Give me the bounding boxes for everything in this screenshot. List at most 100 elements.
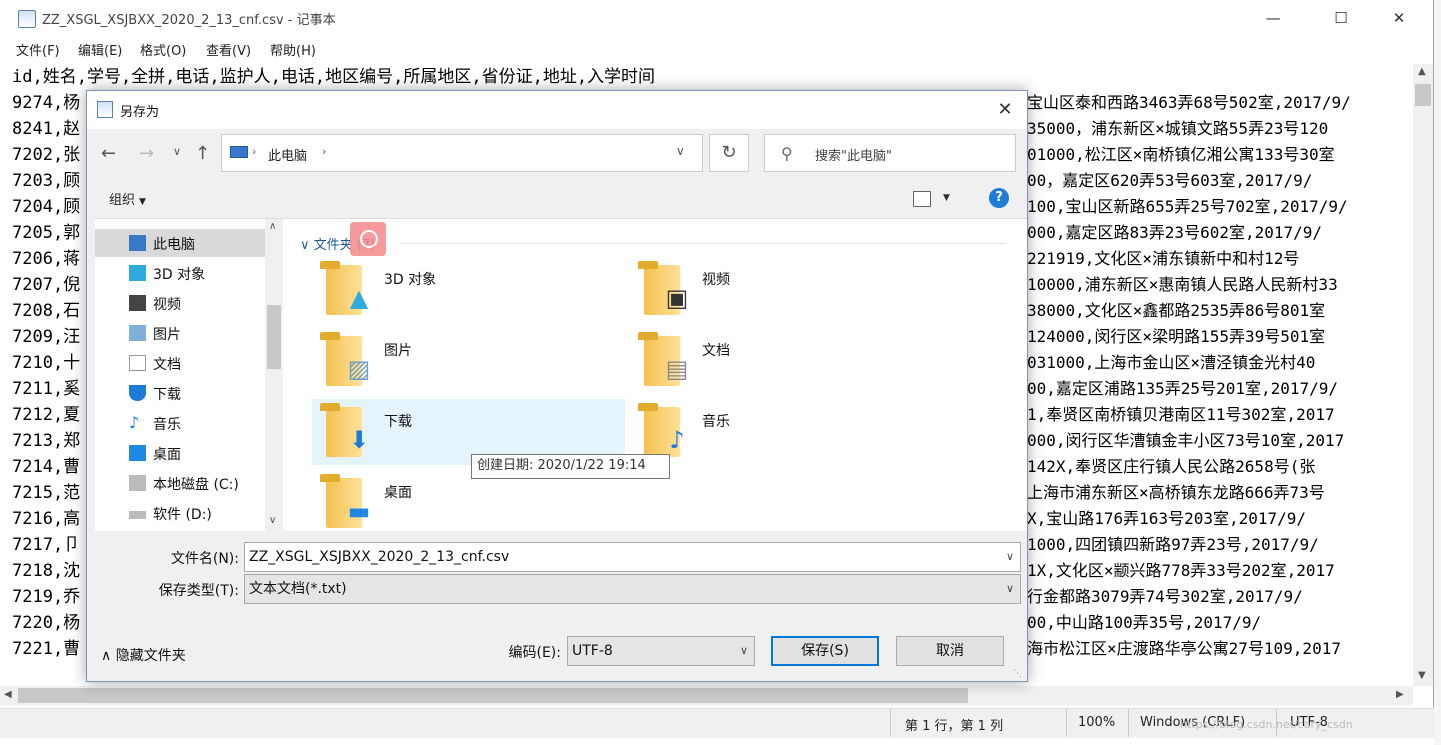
- text-fragment: 124000,闵行区×梁明路155弄39号501室: [1027, 327, 1326, 346]
- document-icon: ▤: [665, 355, 689, 383]
- scroll-left-arrow-icon[interactable]: ◀: [4, 689, 12, 700]
- chevron-down-icon: ∨: [300, 238, 314, 253]
- folder-music[interactable]: ♪ 音乐: [630, 399, 943, 465]
- nav-item-3d-objects[interactable]: 3D 对象: [95, 259, 265, 287]
- desktop-icon: ▬: [347, 497, 371, 525]
- screen: ZZ_XSGL_XSJBXX_2020_2_13_cnf.csv - 记事本 —…: [0, 0, 1441, 745]
- text-fragment: 142X,奉贤区庄行镇人民公路2658号(张: [1027, 457, 1316, 476]
- scroll-thumb[interactable]: [267, 305, 281, 369]
- music-note-icon: ♪: [129, 413, 140, 432]
- folder-3d-objects[interactable]: ▲ 3D 对象: [312, 257, 625, 323]
- menu-file[interactable]: 文件(F): [16, 40, 60, 59]
- folder-pictures[interactable]: ▨ 图片: [312, 328, 625, 394]
- scroll-up-arrow-icon[interactable]: ▲: [1418, 66, 1426, 77]
- minimize-button[interactable]: —: [1250, 0, 1296, 36]
- scroll-down-arrow-icon[interactable]: ▼: [1418, 670, 1426, 681]
- text-fragment: 000,闵行区华漕镇金丰小区73号10室,2017: [1027, 431, 1345, 450]
- notepad-icon: [18, 10, 36, 28]
- text-right-part: 宝山区泰和西路3463弄68号502室,2017/9/ 35000，浦东新区×城…: [1025, 90, 1413, 686]
- text-fragment: 宝山区泰和西路3463弄68号502室,2017/9/: [1027, 93, 1351, 112]
- menu-view[interactable]: 查看(V): [206, 40, 251, 59]
- organize-button[interactable]: 组织 ▼: [109, 189, 146, 208]
- nav-item-software-d[interactable]: 软件 (D:): [95, 499, 265, 527]
- background-window: [0, 738, 1434, 745]
- filename-value: ZZ_XSGL_XSJBXX_2020_2_13_cnf.csv: [249, 549, 510, 565]
- recent-dropdown-icon[interactable]: ∨: [173, 145, 181, 158]
- menu-edit[interactable]: 编辑(E): [78, 40, 122, 59]
- back-arrow-icon[interactable]: ←: [101, 143, 116, 164]
- hide-folders-label: 隐藏文件夹: [115, 648, 186, 664]
- filetype-label: 保存类型(T):: [158, 583, 239, 599]
- nav-scrollbar[interactable]: ∧ ∨: [265, 219, 283, 531]
- nav-item-music[interactable]: ♪ 音乐: [95, 409, 265, 437]
- save-as-dialog: 另存为 ✕ ← → ∨ ↑ › 此电脑 › ∨ ↻ ⚲ 搜索"此电脑" 组织 ▼ …: [86, 90, 1028, 682]
- vertical-scrollbar[interactable]: ▲ ▼: [1413, 64, 1433, 686]
- address-dropdown-icon[interactable]: ∨: [676, 144, 685, 158]
- scroll-thumb[interactable]: [18, 688, 968, 703]
- menu-help[interactable]: 帮助(H): [270, 40, 316, 59]
- address-bar[interactable]: › 此电脑 › ∨: [221, 134, 703, 172]
- text-fragment: 100,宝山区新路655弄25号702室,2017/9/: [1027, 197, 1348, 216]
- watermark: https://blog.csdn.net/cary_csdn: [1180, 718, 1353, 731]
- cancel-button[interactable]: 取消: [896, 636, 1004, 666]
- text-fragment: 00,中山路100弄35号,2017/9/: [1027, 613, 1262, 632]
- scroll-thumb[interactable]: [1415, 84, 1431, 106]
- navigation-pane: 此电脑 3D 对象 视频 图片 文档 下载 ♪ 音乐 桌面 本地磁盘 (C:) 软…: [95, 219, 283, 531]
- document-icon: [129, 355, 146, 371]
- nav-item-videos[interactable]: 视频: [95, 289, 265, 317]
- help-icon[interactable]: ?: [989, 188, 1009, 208]
- encoding-value: UTF-8: [572, 643, 613, 659]
- horizontal-scrollbar[interactable]: ◀ ▶: [0, 686, 1413, 705]
- maximize-button[interactable]: ☐: [1318, 0, 1364, 36]
- search-placeholder: 搜索"此电脑": [815, 149, 892, 164]
- encoding-select[interactable]: UTF-8 ∨: [567, 636, 755, 666]
- chevron-up-icon: ∧: [101, 648, 116, 664]
- scroll-down-arrow-icon[interactable]: ∨: [269, 515, 276, 526]
- chevron-down-icon[interactable]: ∨: [1006, 543, 1014, 571]
- refresh-icon[interactable]: ↻: [709, 134, 749, 172]
- up-arrow-icon[interactable]: ↑: [195, 143, 210, 164]
- chevron-down-icon[interactable]: ∨: [1006, 575, 1014, 603]
- menu-format[interactable]: 格式(O): [140, 40, 186, 59]
- chevron-down-icon[interactable]: ∨: [740, 637, 748, 665]
- drive-icon: [129, 511, 146, 519]
- nav-item-desktop[interactable]: 桌面: [95, 439, 265, 467]
- film-icon: ▣: [665, 284, 689, 312]
- nav-item-downloads[interactable]: 下载: [95, 379, 265, 407]
- text-fragment: 00，嘉定区620弄53号603室,2017/9/: [1027, 171, 1313, 190]
- zoom-level: 100%: [1078, 715, 1116, 730]
- filetype-select[interactable]: 文本文档(*.txt) ∨: [244, 574, 1021, 604]
- text-fragment: 上海市浦东新区×高桥镇东龙路666弄73号: [1027, 483, 1325, 502]
- folder-videos[interactable]: ▣ 视频: [630, 257, 943, 323]
- hide-folders-toggle[interactable]: ∧ 隐藏文件夹: [101, 645, 186, 665]
- scroll-up-arrow-icon[interactable]: ∧: [269, 221, 276, 232]
- search-box[interactable]: ⚲ 搜索"此电脑": [764, 134, 1016, 172]
- save-button[interactable]: 保存(S): [771, 636, 879, 666]
- nav-item-documents[interactable]: 文档: [95, 349, 265, 377]
- filename-input[interactable]: ZZ_XSGL_XSJBXX_2020_2_13_cnf.csv ∨: [244, 542, 1021, 572]
- forward-arrow-icon[interactable]: →: [139, 143, 154, 164]
- text-fragment: 221919,文化区×浦东镇新中和村12号: [1027, 249, 1300, 268]
- view-dropdown-icon[interactable]: ▼: [943, 193, 950, 203]
- breadcrumb[interactable]: 此电脑: [268, 145, 307, 164]
- view-options-icon[interactable]: [913, 191, 931, 207]
- nav-item-pictures[interactable]: 图片: [95, 319, 265, 347]
- nav-item-local-disk-c[interactable]: 本地磁盘 (C:): [95, 469, 265, 497]
- text-fragment: 行金都路3079弄74号302室,2017/9/: [1027, 587, 1303, 606]
- text-fragment: 35000，浦东新区×城镇文路55弄23号120: [1027, 119, 1329, 138]
- text-fragment: 海市松江区×庄渡路华亭公寓27号109,2017: [1027, 639, 1341, 658]
- notepad-icon: [97, 101, 113, 118]
- breadcrumb-chevron-icon[interactable]: ›: [322, 145, 326, 158]
- text-fragment: X,宝山路176弄163号203室,2017/9/: [1027, 509, 1307, 528]
- scroll-right-arrow-icon[interactable]: ▶: [1396, 689, 1404, 700]
- nav-item-this-pc[interactable]: 此电脑: [95, 229, 265, 257]
- close-button[interactable]: ✕: [1376, 0, 1422, 36]
- folder-documents[interactable]: ▤ 文档: [630, 328, 943, 394]
- background-window: [1434, 0, 1441, 745]
- text-fragment: 00,嘉定区浦路135弄25号201室,2017/9/: [1027, 379, 1339, 398]
- dialog-close-button[interactable]: ✕: [987, 95, 1023, 125]
- resize-grip-icon[interactable]: ⋱: [1013, 669, 1022, 679]
- folder-desktop[interactable]: ▬ 桌面: [312, 470, 625, 531]
- window-title: ZZ_XSGL_XSJBXX_2020_2_13_cnf.csv - 记事本: [42, 13, 336, 28]
- dialog-title-bar: 另存为 ✕: [87, 91, 1027, 129]
